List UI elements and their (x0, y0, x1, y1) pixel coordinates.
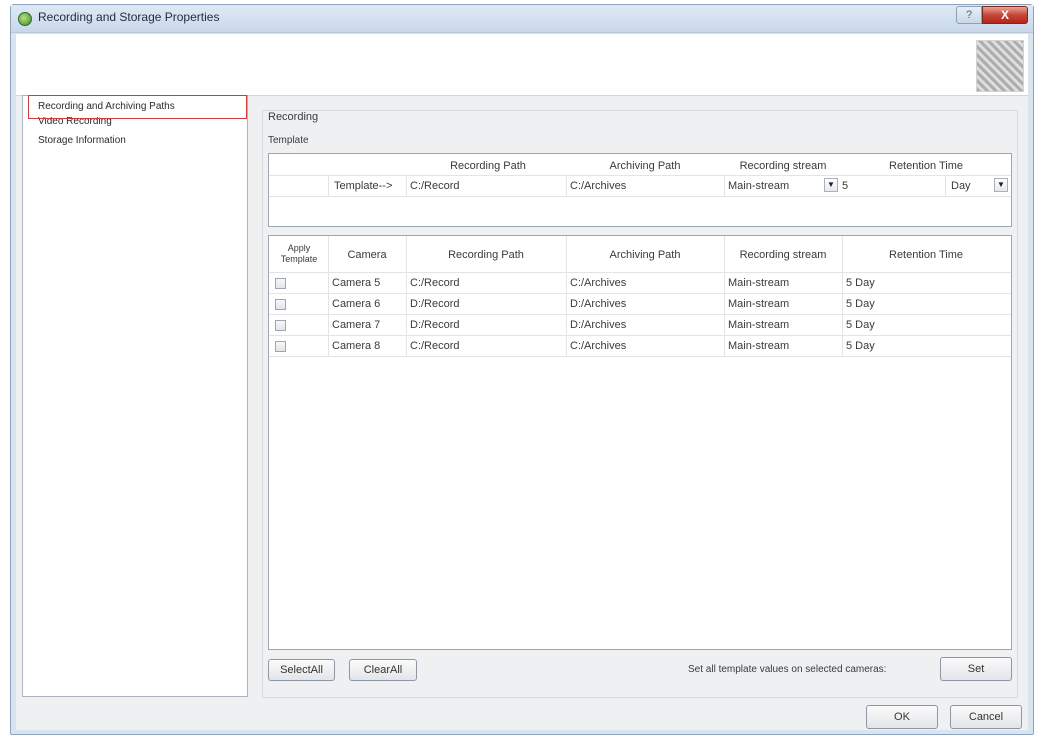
template-recording-stream-select[interactable]: Main-stream (728, 180, 820, 192)
table-row-divider (269, 293, 1011, 294)
template-archiving-path-field[interactable]: C:/Archives (570, 180, 720, 192)
set-template-hint: Set all template values on selected came… (688, 664, 887, 675)
recording-path-cell[interactable]: C:/Record (410, 277, 460, 289)
window-title: Recording and Storage Properties (38, 10, 220, 24)
camera-col-divider (406, 236, 407, 356)
chevron-down-icon[interactable]: ▼ (994, 178, 1008, 192)
camera-header-apply-template: Apply Template (280, 243, 318, 264)
clear-all-button[interactable]: ClearAll (349, 659, 417, 681)
cancel-button[interactable]: Cancel (950, 705, 1022, 729)
table-row-divider (269, 314, 1011, 315)
table-row-divider (269, 356, 1011, 357)
template-header-archiving-path: Archiving Path (609, 160, 681, 172)
template-row-divider (269, 196, 1011, 197)
camera-header-divider (269, 272, 1011, 273)
camera-col-divider (566, 236, 567, 356)
template-col-divider (328, 176, 329, 196)
template-header-recording-path: Recording Path (450, 160, 526, 172)
close-button[interactable]: X (982, 6, 1028, 24)
template-retention-value-field[interactable]: 5 (842, 180, 942, 192)
camera-name: Camera 7 (332, 319, 381, 331)
template-col-divider (724, 176, 725, 196)
camera-header-recording-stream: Recording stream (739, 249, 827, 261)
recording-path-cell[interactable]: D:/Record (410, 319, 460, 331)
camera-col-divider (328, 236, 329, 356)
template-col-divider (945, 176, 946, 196)
camera-header-recording-path: Recording Path (448, 249, 524, 261)
archiving-path-cell[interactable]: C:/Archives (570, 340, 626, 352)
template-header-recording-stream: Recording stream (739, 160, 827, 172)
retention-cell[interactable]: 5 Day (846, 340, 875, 352)
template-header-retention-time: Retention Time (889, 160, 963, 172)
recording-path-cell[interactable]: D:/Record (410, 298, 460, 310)
table-row-divider (269, 335, 1011, 336)
camera-name: Camera 8 (332, 340, 381, 352)
retention-cell[interactable]: 5 Day (846, 277, 875, 289)
template-header-divider (269, 175, 1011, 176)
template-label: Template (268, 135, 309, 146)
dialog-header (16, 34, 1028, 96)
recording-stream-cell[interactable]: Main-stream (728, 340, 789, 352)
app-icon (18, 12, 32, 26)
apply-template-checkbox[interactable] (275, 278, 286, 289)
chevron-down-icon[interactable]: ▼ (824, 178, 838, 192)
recording-stream-cell[interactable]: Main-stream (728, 319, 789, 331)
nav-selection-highlight (28, 95, 247, 119)
template-col-divider (566, 176, 567, 196)
ok-button[interactable]: OK (866, 705, 938, 729)
apply-template-checkbox[interactable] (275, 299, 286, 310)
retention-cell[interactable]: 5 Day (846, 319, 875, 331)
archiving-path-cell[interactable]: D:/Archives (570, 319, 626, 331)
camera-header-archiving-path: Archiving Path (609, 249, 681, 261)
apply-template-checkbox[interactable] (275, 341, 286, 352)
retention-cell[interactable]: 5 Day (846, 298, 875, 310)
recording-label: Recording (268, 111, 323, 123)
template-col-divider (406, 176, 407, 196)
archiving-path-cell[interactable]: C:/Archives (570, 277, 626, 289)
archiving-path-cell[interactable]: D:/Archives (570, 298, 626, 310)
recording-stream-cell[interactable]: Main-stream (728, 277, 789, 289)
camera-col-divider (724, 236, 725, 356)
nav-item-storage-information[interactable]: Storage Information (38, 135, 126, 149)
set-button[interactable]: Set (940, 657, 1012, 681)
camera-header-retention-time: Retention Time (889, 249, 963, 261)
template-retention-unit-select[interactable]: Day (951, 180, 989, 192)
template-row-label: Template--> (334, 180, 393, 192)
camera-name: Camera 6 (332, 298, 381, 310)
header-image (976, 40, 1024, 92)
camera-header-camera: Camera (347, 249, 387, 261)
select-all-button[interactable]: SelectAll (268, 659, 335, 681)
help-button[interactable]: ? (956, 6, 982, 24)
template-recording-path-field[interactable]: C:/Record (410, 180, 560, 192)
camera-col-divider (842, 236, 843, 356)
settings-nav (22, 95, 248, 697)
recording-path-cell[interactable]: C:/Record (410, 340, 460, 352)
camera-name: Camera 5 (332, 277, 381, 289)
recording-stream-cell[interactable]: Main-stream (728, 298, 789, 310)
apply-template-checkbox[interactable] (275, 320, 286, 331)
